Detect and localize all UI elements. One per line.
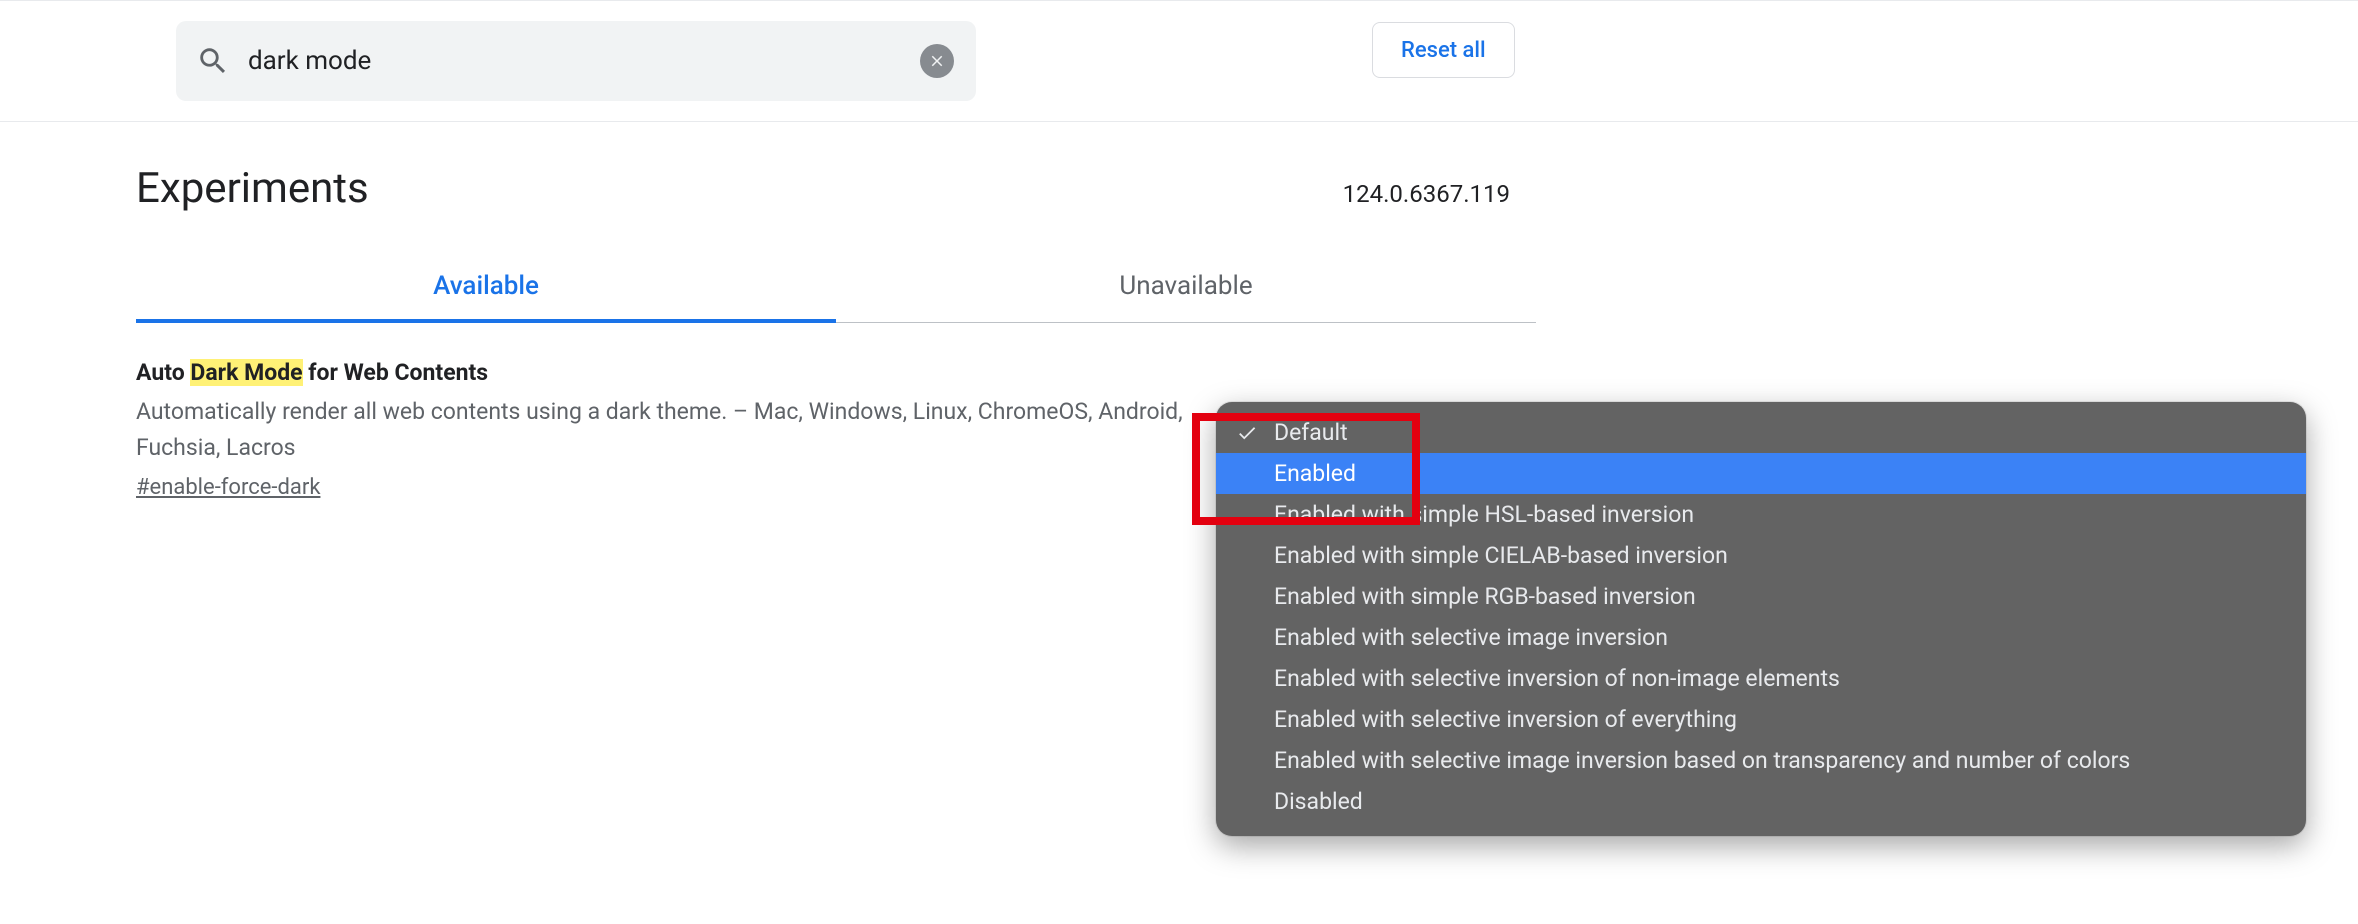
- flag-title-highlight: Dark Mode: [190, 359, 302, 386]
- flag-description: Automatically render all web contents us…: [136, 394, 1196, 465]
- dropdown-option[interactable]: Enabled with selective inversion of ever…: [1216, 699, 2306, 740]
- dropdown-option[interactable]: Enabled with selective inversion of non-…: [1216, 658, 2306, 699]
- dropdown-option[interactable]: Enabled with selective image inversion b…: [1216, 740, 2306, 781]
- flag-title: Auto Dark Mode for Web Contents: [136, 359, 1196, 386]
- dropdown-option-label: Enabled with simple HSL-based inversion: [1274, 501, 1694, 528]
- flag-anchor-link[interactable]: #enable-force-dark: [136, 475, 320, 500]
- version-text: 124.0.6367.119: [1343, 180, 1510, 208]
- dropdown-option-label: Enabled with selective image inversion b…: [1274, 747, 2130, 774]
- header-row: Experiments 124.0.6367.119: [136, 164, 1540, 213]
- dropdown-option-label: Enabled with selective inversion of non-…: [1274, 665, 1840, 692]
- reset-all-button[interactable]: Reset all: [1372, 22, 1515, 78]
- flag-title-pre: Auto: [136, 359, 190, 386]
- dropdown-option[interactable]: Default: [1216, 412, 2306, 453]
- dropdown-option[interactable]: Enabled with simple RGB-based inversion: [1216, 576, 2306, 617]
- tab-available[interactable]: Available: [136, 255, 836, 323]
- dropdown-option[interactable]: Enabled with simple HSL-based inversion: [1216, 494, 2306, 535]
- dropdown-option-label: Enabled with simple RGB-based inversion: [1274, 583, 1696, 610]
- page-title: Experiments: [136, 164, 369, 213]
- search-input[interactable]: [248, 46, 920, 76]
- search-box[interactable]: [176, 21, 976, 101]
- dropdown-option-label: Enabled: [1274, 460, 1356, 487]
- dropdown-option-label: Enabled with selective inversion of ever…: [1274, 706, 1737, 733]
- search-icon: [196, 44, 230, 78]
- check-icon: [1236, 422, 1258, 444]
- dropdown-option[interactable]: Enabled with selective image inversion: [1216, 617, 2306, 658]
- topbar: Reset all: [0, 0, 2358, 122]
- close-icon: [928, 52, 946, 70]
- flag-entry: Auto Dark Mode for Web Contents Automati…: [136, 359, 1196, 500]
- dropdown-option-label: Disabled: [1274, 788, 1363, 815]
- dropdown-option[interactable]: Disabled: [1216, 781, 2306, 822]
- tabs: Available Unavailable: [136, 255, 1536, 323]
- dropdown-option-label: Default: [1274, 419, 1348, 446]
- dropdown-option-label: Enabled with simple CIELAB-based inversi…: [1274, 542, 1728, 569]
- dropdown-option[interactable]: Enabled with simple CIELAB-based inversi…: [1216, 535, 2306, 576]
- clear-search-button[interactable]: [920, 44, 954, 78]
- dropdown-option-label: Enabled with selective image inversion: [1274, 624, 1668, 651]
- flag-select-dropdown[interactable]: Default Enabled Enabled with simple HSL-ba…: [1216, 402, 2306, 836]
- tab-unavailable[interactable]: Unavailable: [836, 255, 1536, 323]
- dropdown-option[interactable]: Enabled: [1216, 453, 2306, 494]
- flag-title-post: for Web Contents: [303, 359, 489, 386]
